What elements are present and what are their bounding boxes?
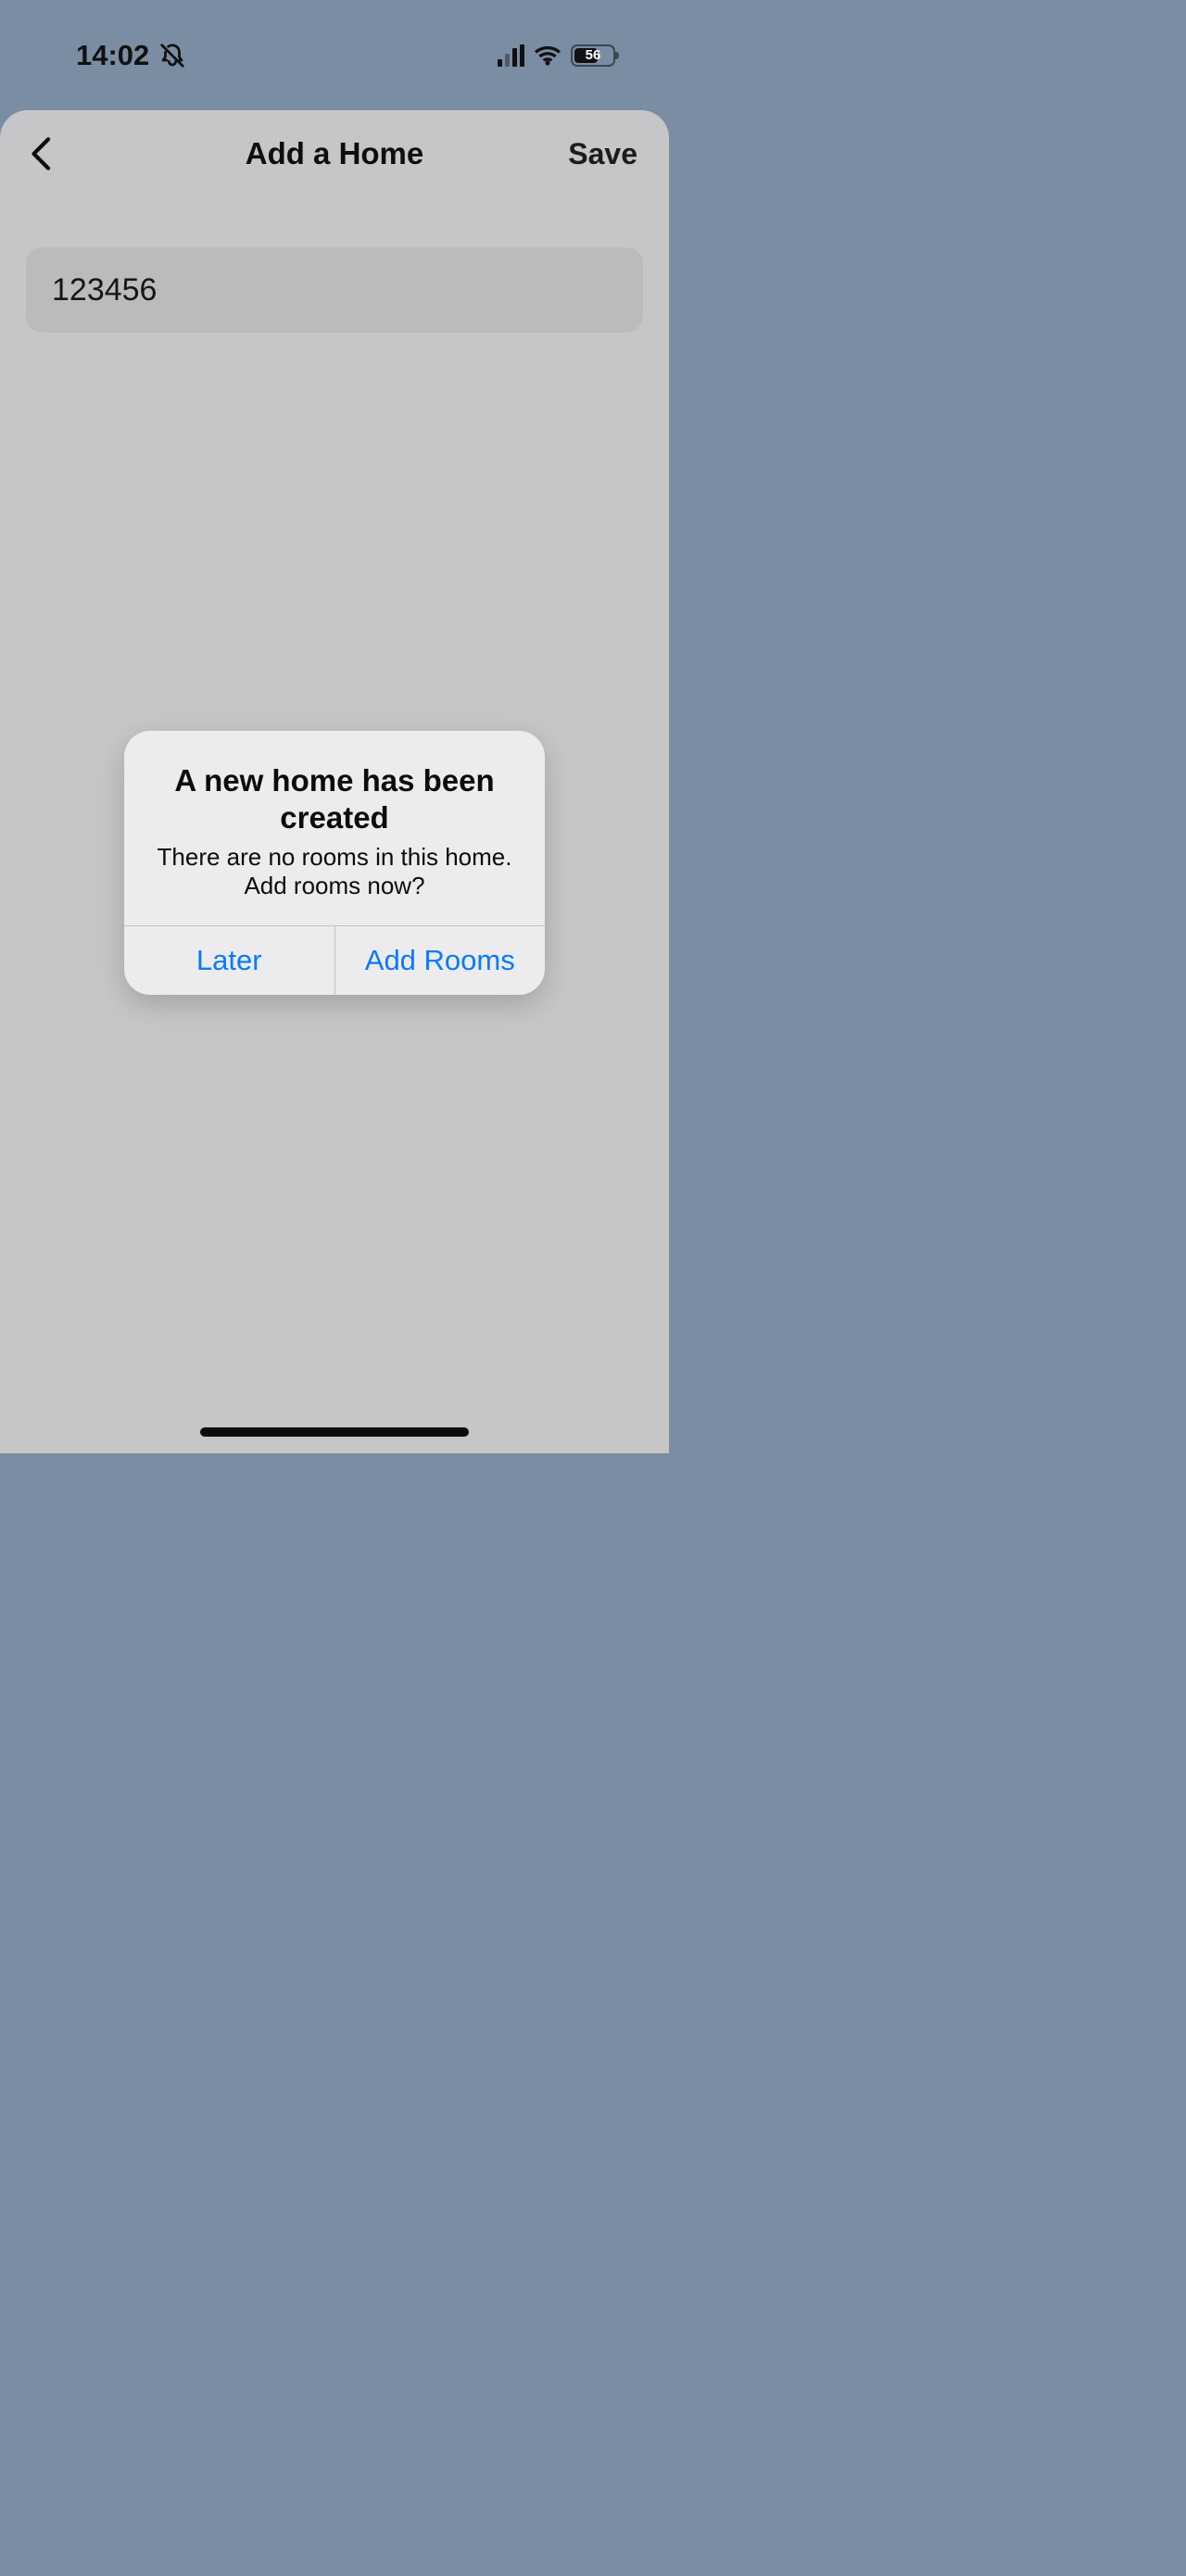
later-button[interactable]: Later (124, 926, 334, 995)
nav-bar: Add a Home Save (0, 110, 669, 197)
back-button[interactable] (26, 110, 57, 197)
alert-title: A new home has been created (150, 762, 519, 836)
battery-percent: 56 (573, 47, 613, 63)
cellular-signal-icon (498, 44, 524, 67)
home-name-input[interactable]: 123456 (26, 247, 643, 333)
alert-body: A new home has been created There are no… (124, 731, 545, 925)
add-rooms-button[interactable]: Add Rooms (334, 926, 546, 995)
page-title: Add a Home (246, 136, 424, 171)
battery-indicator: 56 (571, 44, 615, 67)
alert-dialog: A new home has been created There are no… (124, 731, 545, 995)
wifi-icon (534, 44, 561, 67)
home-name-value: 123456 (52, 272, 157, 308)
status-bar: 14:02 56 (0, 0, 669, 110)
page-sheet: Add a Home Save 123456 A new home has be… (0, 110, 669, 1453)
alert-message: There are no rooms in this home. Add roo… (150, 843, 519, 900)
clock-time: 14:02 (76, 39, 149, 72)
save-button[interactable]: Save (568, 110, 637, 197)
alert-actions: Later Add Rooms (124, 925, 545, 995)
chevron-left-icon (26, 135, 57, 172)
silent-mode-icon (158, 42, 186, 69)
home-indicator[interactable] (200, 1427, 469, 1437)
content-area: 123456 (0, 197, 669, 333)
status-bar-left: 14:02 (76, 39, 186, 72)
status-bar-right: 56 (498, 44, 615, 67)
